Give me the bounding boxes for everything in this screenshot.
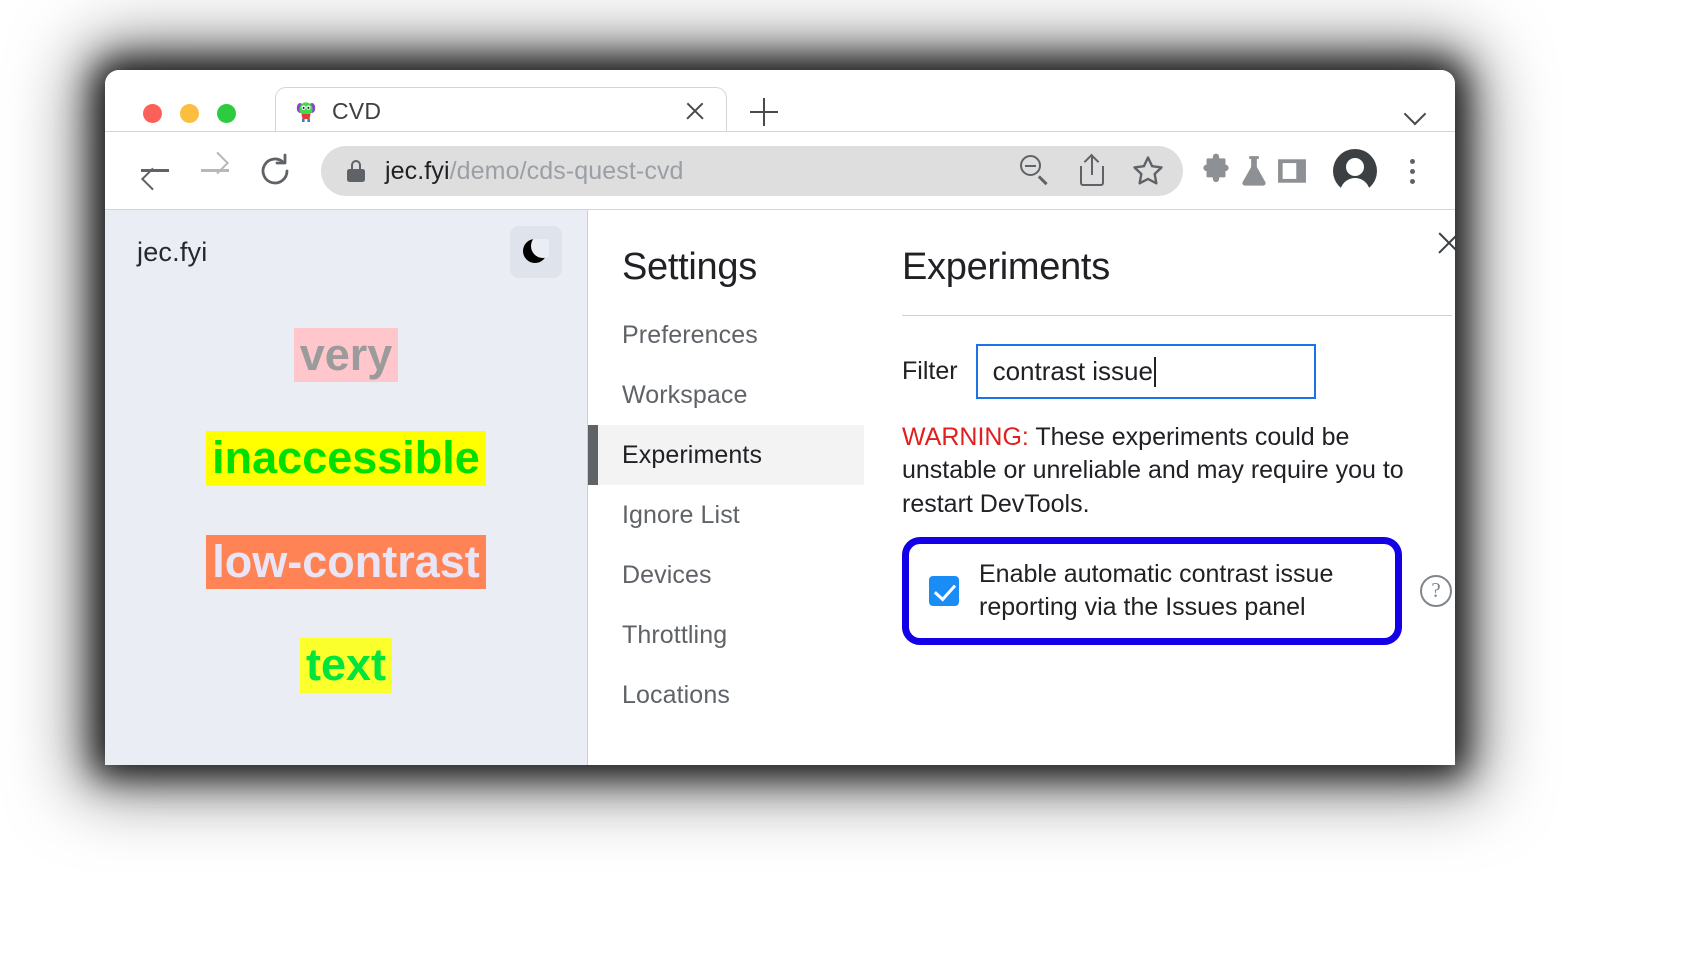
kebab-menu-icon[interactable] xyxy=(1397,152,1427,190)
side-panel-icon[interactable] xyxy=(1273,152,1311,190)
lock-icon xyxy=(347,160,365,182)
back-arrow-icon[interactable] xyxy=(131,147,179,195)
help-icon[interactable]: ? xyxy=(1420,575,1452,607)
site-logo[interactable]: jec.fyi xyxy=(137,237,207,268)
cvd-monster-favicon xyxy=(294,99,318,123)
filter-label: Filter xyxy=(902,357,958,386)
sidebar-item-workspace[interactable]: Workspace xyxy=(588,365,864,425)
profile-avatar-icon[interactable] xyxy=(1333,149,1377,193)
window-close-button[interactable] xyxy=(143,104,162,123)
tab-close-icon[interactable] xyxy=(682,98,708,124)
close-icon[interactable] xyxy=(1434,228,1455,258)
sidebar-item-label: Experiments xyxy=(622,441,762,470)
sample-text: very xyxy=(294,328,399,382)
browser-toolbar: jec.fyi/demo/cds-quest-cvd xyxy=(105,132,1455,210)
new-tab-button[interactable] xyxy=(750,98,778,126)
browser-tab[interactable]: CVD xyxy=(275,87,727,134)
bookmark-star-icon[interactable] xyxy=(1131,154,1165,188)
sidebar-item-label: Throttling xyxy=(622,621,727,650)
url-host: jec.fyi xyxy=(385,157,450,185)
chevron-down-icon[interactable] xyxy=(1405,106,1427,118)
tab-title: CVD xyxy=(332,98,682,125)
zoom-out-icon[interactable] xyxy=(1019,154,1053,188)
sidebar-item-preferences[interactable]: Preferences xyxy=(588,305,864,365)
panel-title: Experiments xyxy=(902,246,1452,289)
experiment-label[interactable]: Enable automatic contrast issue reportin… xyxy=(979,558,1373,624)
sidebar-item-label: Locations xyxy=(622,681,730,710)
address-bar-url: jec.fyi/demo/cds-quest-cvd xyxy=(385,157,1019,186)
sidebar-item-locations[interactable]: Locations xyxy=(588,665,864,725)
url-path: /demo/cds-quest-cvd xyxy=(450,157,684,185)
sidebar-item-label: Ignore List xyxy=(622,501,740,530)
experiment-checkbox[interactable] xyxy=(929,576,959,606)
devtools-settings-dialog: Settings Preferences Workspace Experimen… xyxy=(587,210,1455,765)
browser-window: CVD jec.fyi/demo/cds-quest-cvd xyxy=(105,70,1455,765)
filter-input-value: contrast issue xyxy=(993,356,1153,387)
contrast-samples: very inaccessible low-contrast text xyxy=(105,328,587,693)
experiment-row: Enable automatic contrast issue reportin… xyxy=(902,537,1452,645)
window-maximize-button[interactable] xyxy=(217,104,236,123)
share-icon[interactable] xyxy=(1075,154,1109,188)
sidebar-item-label: Devices xyxy=(622,561,712,590)
reload-icon[interactable] xyxy=(251,147,299,195)
help-glyph: ? xyxy=(1431,578,1440,603)
web-page-content: jec.fyi very inaccessible low-contrast t… xyxy=(105,210,587,765)
window-minimize-button[interactable] xyxy=(180,104,199,123)
screenshot-stage: CVD jec.fyi/demo/cds-quest-cvd xyxy=(0,0,1692,974)
sidebar-item-ignore-list[interactable]: Ignore List xyxy=(588,485,864,545)
warning-label: WARNING: xyxy=(902,423,1029,451)
address-bar[interactable]: jec.fyi/demo/cds-quest-cvd xyxy=(321,146,1183,196)
sidebar-item-devices[interactable]: Devices xyxy=(588,545,864,605)
page-title: Settings xyxy=(588,246,864,289)
sidebar-item-label: Workspace xyxy=(622,381,748,410)
puzzle-piece-icon[interactable] xyxy=(1197,152,1235,190)
experiments-warning: WARNING: These experiments could be unst… xyxy=(902,421,1442,521)
text-caret xyxy=(1154,357,1156,387)
tab-strip: CVD xyxy=(105,70,1455,132)
settings-main-panel: Experiments Filter contrast issue WARNIN… xyxy=(864,210,1455,765)
sample-text: text xyxy=(300,638,392,692)
window-controls xyxy=(143,104,236,123)
moon-icon xyxy=(523,239,549,265)
sidebar-item-experiments[interactable]: Experiments xyxy=(588,425,864,485)
sidebar-item-throttling[interactable]: Throttling xyxy=(588,605,864,665)
viewport: jec.fyi very inaccessible low-contrast t… xyxy=(105,210,1455,765)
sample-text: low-contrast xyxy=(206,535,486,589)
filter-row: Filter contrast issue xyxy=(902,344,1452,399)
experiment-highlight-box: Enable automatic contrast issue reportin… xyxy=(902,537,1402,645)
filter-input[interactable]: contrast issue xyxy=(976,344,1316,399)
panel-divider xyxy=(902,315,1452,316)
sample-text: inaccessible xyxy=(206,431,486,485)
theme-toggle-button[interactable] xyxy=(510,226,562,278)
settings-sidebar: Settings Preferences Workspace Experimen… xyxy=(588,210,864,765)
omnibox-actions xyxy=(1019,154,1165,188)
flask-icon[interactable] xyxy=(1235,152,1273,190)
forward-arrow-icon[interactable] xyxy=(191,147,239,195)
sidebar-item-label: Preferences xyxy=(622,321,758,350)
